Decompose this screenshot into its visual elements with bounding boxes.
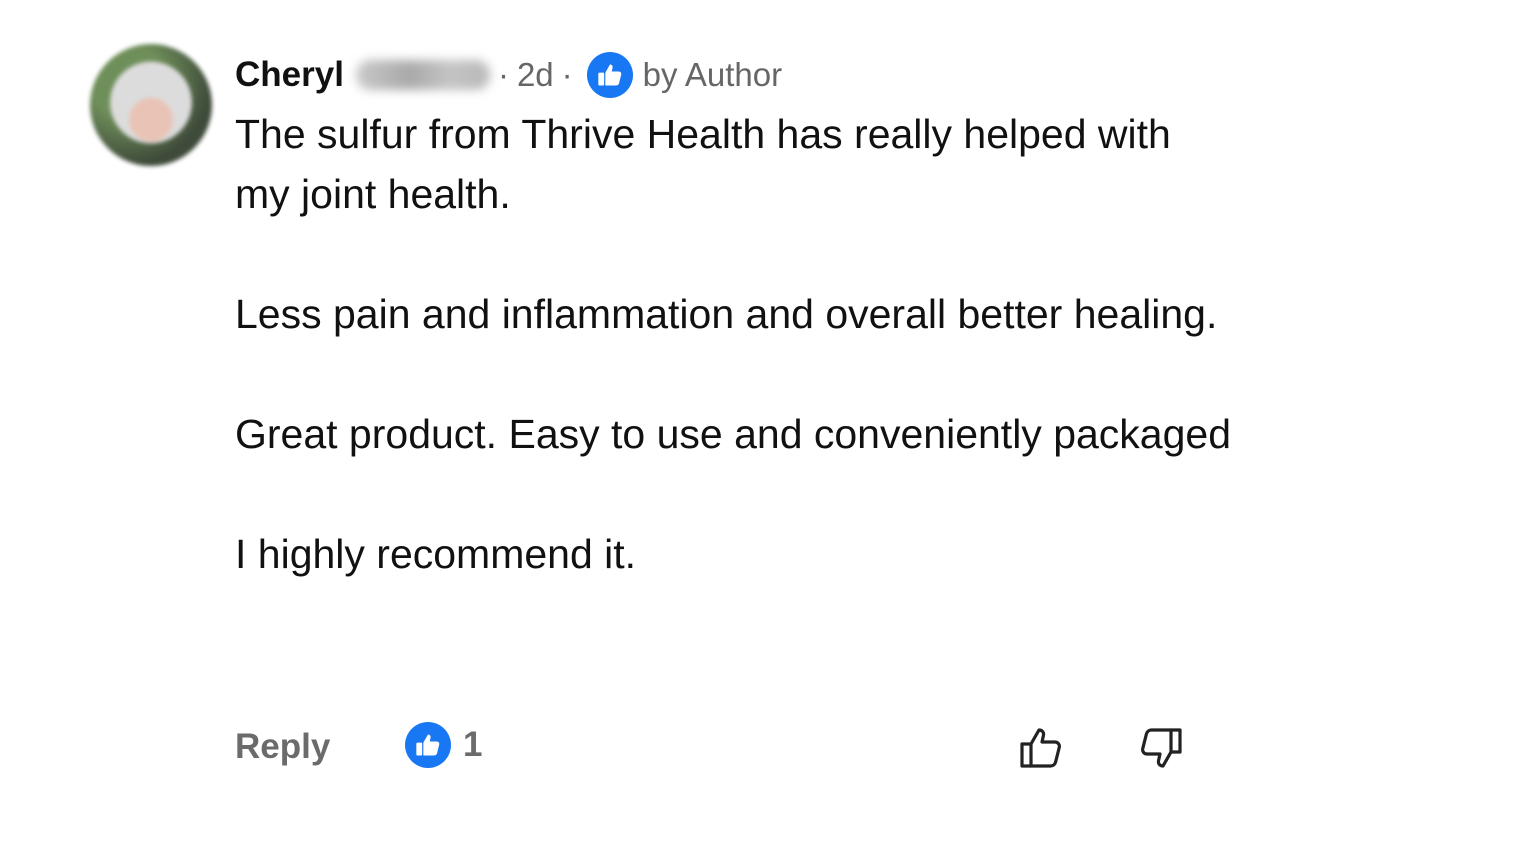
avatar[interactable] [90, 44, 212, 166]
comment-actions: Reply 1 [235, 722, 1195, 772]
comment-card: Cheryl · 2d · by Author The sulfur from … [90, 44, 1290, 824]
like-count: 1 [463, 725, 483, 764]
like-button[interactable] [1015, 722, 1067, 774]
author-name[interactable]: Cheryl [235, 55, 344, 95]
liked-by-author-label: by Author [642, 56, 783, 93]
comment-paragraph: Great product. Easy to use and convenien… [235, 411, 1232, 457]
thumbs-up-outline-icon [1020, 728, 1061, 768]
comment-paragraph: Less pain and inflammation and overall b… [235, 291, 1218, 337]
comment-paragraph: I highly recommend it. [235, 531, 637, 577]
comment-body: The sulfur from Thrive Health has really… [235, 104, 1235, 584]
blurred-surname [355, 60, 490, 90]
like-summary[interactable]: 1 [405, 722, 482, 768]
reply-button[interactable]: Reply [235, 727, 330, 767]
thumbs-up-filled-icon [586, 52, 633, 98]
meta-separator: · [497, 56, 509, 93]
thumbs-up-filled-icon [405, 722, 451, 768]
meta-separator: · [561, 56, 573, 93]
comment-paragraph: The sulfur from Thrive Health has really… [235, 111, 1171, 217]
dislike-button[interactable] [1135, 722, 1187, 774]
thumbs-down-outline-icon [1141, 728, 1182, 768]
time-ago: 2d [516, 56, 554, 93]
comment-header: Cheryl · 2d · by Author [235, 52, 782, 98]
